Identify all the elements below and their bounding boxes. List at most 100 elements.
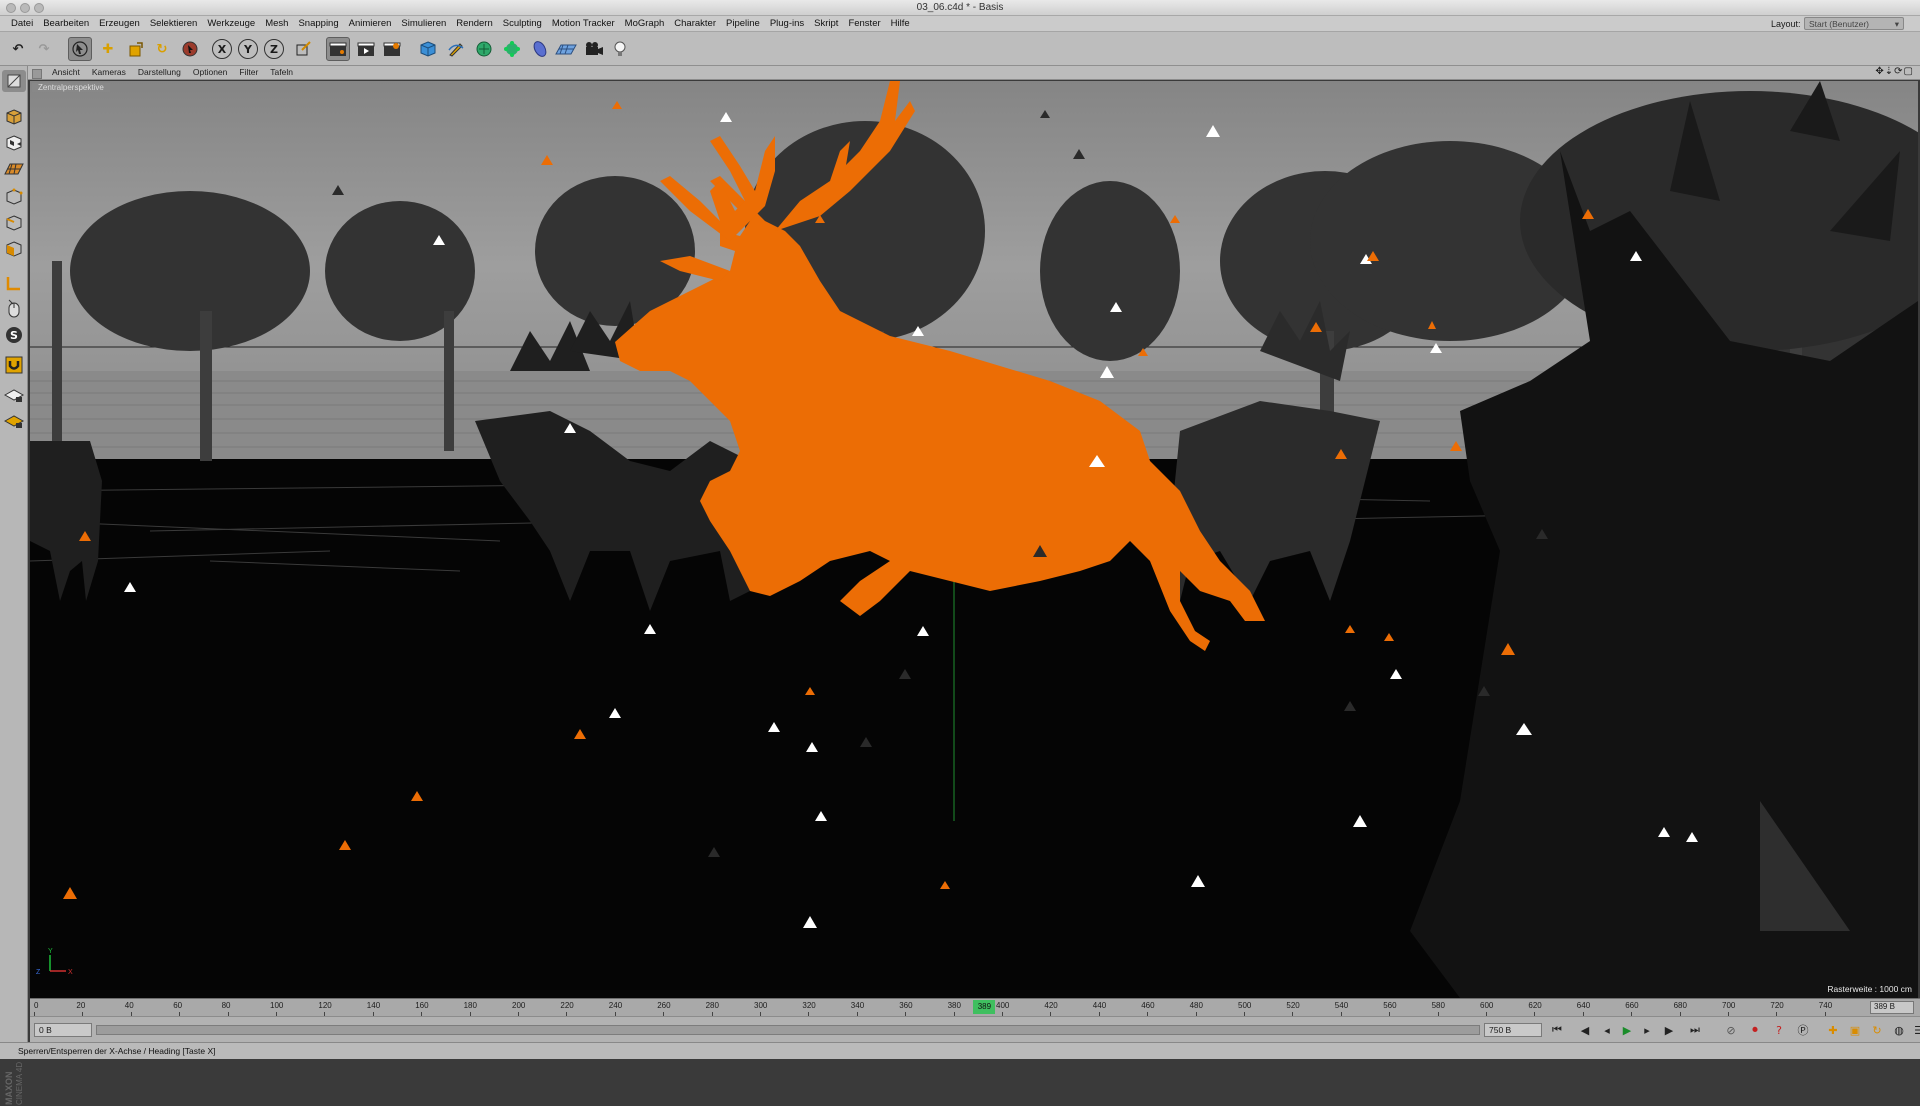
x-axis-lock-button[interactable]: X bbox=[212, 39, 232, 59]
menu-item-plug-ins[interactable]: Plug-ins bbox=[765, 18, 809, 29]
coordinate-icon bbox=[296, 41, 311, 56]
timeline-tick-label: 40 bbox=[124, 1001, 134, 1010]
live-selection-button[interactable] bbox=[68, 37, 92, 61]
solo-button[interactable] bbox=[2, 384, 26, 406]
subdivision-surface-button[interactable] bbox=[472, 37, 496, 61]
go-to-end-button[interactable]: ⏭ bbox=[1686, 1022, 1704, 1038]
viewport-menu-ansicht[interactable]: Ansicht bbox=[46, 67, 86, 77]
cube-object-button[interactable] bbox=[416, 37, 440, 61]
menu-item-werkzeuge[interactable]: Werkzeuge bbox=[202, 18, 260, 29]
viewport-menu-tafeln[interactable]: Tafeln bbox=[264, 67, 299, 77]
key-position-button[interactable]: ✚ bbox=[1824, 1022, 1842, 1038]
point-mode-button[interactable] bbox=[2, 186, 26, 208]
timeline-tick-label: 260 bbox=[657, 1001, 671, 1010]
start-frame-field[interactable]: 0 B bbox=[34, 1023, 92, 1037]
menu-item-simulieren[interactable]: Simulieren bbox=[396, 18, 451, 29]
layout-select[interactable]: Start (Benutzer) ▾ bbox=[1804, 17, 1904, 30]
mouse-icon bbox=[8, 299, 20, 318]
menu-item-charakter[interactable]: Charakter bbox=[669, 18, 721, 29]
motion-record-button[interactable]: ⊘ bbox=[1722, 1022, 1740, 1038]
timeline-playhead[interactable]: 389 bbox=[973, 1000, 996, 1014]
menu-item-rendern[interactable]: Rendern bbox=[451, 18, 497, 29]
rotate-tool-button[interactable]: ↻ bbox=[150, 37, 174, 61]
points-cube-icon bbox=[6, 188, 23, 205]
timeline-ruler[interactable]: 0 20 40 60 80 100 120 140 160 180 200 220 240 260 280 3… bbox=[30, 998, 1920, 1016]
menu-item-animieren[interactable]: Animieren bbox=[344, 18, 397, 29]
render-settings-button[interactable] bbox=[380, 37, 404, 61]
autokey-button[interactable]: ? bbox=[1770, 1022, 1788, 1038]
current-frame-field[interactable]: 389 B bbox=[1870, 1001, 1914, 1014]
spline-pen-button[interactable] bbox=[444, 37, 468, 61]
menu-item-selektieren[interactable]: Selektieren bbox=[145, 18, 203, 29]
3d-viewport[interactable]: Y X Z Zentralperspektive Rasterweite : 1… bbox=[30, 81, 1918, 998]
last-tool-button[interactable] bbox=[178, 37, 202, 61]
key-rotation-button[interactable]: ↻ bbox=[1868, 1022, 1886, 1038]
solo-layers-icon bbox=[4, 389, 24, 402]
scale-icon bbox=[129, 42, 143, 57]
make-editable-button[interactable] bbox=[2, 70, 26, 92]
viewport-menu-optionen[interactable]: Optionen bbox=[187, 67, 234, 77]
next-frame-button[interactable]: ▸ bbox=[1638, 1022, 1656, 1038]
redo-button[interactable]: ↷ bbox=[32, 37, 56, 61]
go-to-start-button[interactable]: ⏮ bbox=[1548, 1022, 1566, 1038]
previous-frame-button[interactable]: ◂ bbox=[1598, 1022, 1616, 1038]
record-active-button[interactable]: ⏺ bbox=[1746, 1022, 1764, 1038]
render-picture-viewer-button[interactable] bbox=[354, 37, 378, 61]
camera-button[interactable] bbox=[582, 37, 606, 61]
key-scale-button[interactable]: ▣ bbox=[1846, 1022, 1864, 1038]
texture-mode-button[interactable] bbox=[2, 132, 26, 154]
timeline-tick-label: 60 bbox=[173, 1001, 183, 1010]
viewport-nav-icons[interactable]: ✥⇣⟳▢ bbox=[1875, 66, 1914, 77]
menu-item-datei[interactable]: Datei bbox=[6, 18, 38, 29]
menu-item-mesh[interactable]: Mesh bbox=[260, 18, 293, 29]
polygon-mode-button[interactable] bbox=[2, 238, 26, 260]
timeline-tick-label: 620 bbox=[1528, 1001, 1542, 1010]
menu-item-erzeugen[interactable]: Erzeugen bbox=[94, 18, 145, 29]
scale-tool-button[interactable] bbox=[124, 37, 148, 61]
keyframe-selection-button[interactable]: Ⓟ bbox=[1794, 1022, 1812, 1038]
end-frame-field[interactable]: 750 B bbox=[1484, 1023, 1542, 1037]
previous-key-button[interactable]: ◀ bbox=[1576, 1022, 1594, 1038]
array-button[interactable] bbox=[500, 37, 524, 61]
menu-item-hilfe[interactable]: Hilfe bbox=[886, 18, 915, 29]
light-button[interactable] bbox=[608, 37, 632, 61]
menu-item-motion-tracker[interactable]: Motion Tracker bbox=[547, 18, 620, 29]
undo-button[interactable]: ↶ bbox=[6, 37, 30, 61]
viewport-menu-kameras[interactable]: Kameras bbox=[86, 67, 132, 77]
viewport-menu-filter[interactable]: Filter bbox=[233, 67, 264, 77]
menu-item-fenster[interactable]: Fenster bbox=[843, 18, 885, 29]
z-axis-lock-button[interactable]: Z bbox=[264, 39, 284, 59]
z-axis-label: Z bbox=[270, 42, 278, 56]
floor-button[interactable] bbox=[554, 37, 578, 61]
timeline-settings-button[interactable]: ☰ bbox=[1910, 1022, 1920, 1038]
grid-spacing-readout: Rasterweite : 1000 cm bbox=[1827, 984, 1912, 994]
edge-mode-button[interactable] bbox=[2, 212, 26, 234]
coordinate-system-button[interactable] bbox=[292, 37, 316, 61]
axis-mode-button[interactable] bbox=[2, 272, 26, 294]
next-key-button[interactable]: ▶ bbox=[1660, 1022, 1678, 1038]
model-mode-button[interactable] bbox=[2, 106, 26, 128]
menu-item-pipeline[interactable]: Pipeline bbox=[721, 18, 765, 29]
timeline-tick-label: 0 bbox=[34, 1001, 39, 1010]
menu-item-snapping[interactable]: Snapping bbox=[293, 18, 343, 29]
viewport-menu-darstellung[interactable]: Darstellung bbox=[132, 67, 187, 77]
workplane-mode-button[interactable] bbox=[2, 158, 26, 180]
key-parameter-button[interactable]: ◍ bbox=[1890, 1022, 1908, 1038]
move-tool-button[interactable]: ✚ bbox=[96, 37, 120, 61]
play-button[interactable]: ▶ bbox=[1618, 1022, 1636, 1038]
preview-range-slider[interactable] bbox=[96, 1025, 1480, 1035]
menu-item-mograph[interactable]: MoGraph bbox=[620, 18, 670, 29]
magnet-button[interactable] bbox=[2, 354, 26, 376]
deformer-button[interactable] bbox=[528, 37, 552, 61]
timeline-tick-label: 20 bbox=[76, 1001, 86, 1010]
menu-item-skript[interactable]: Skript bbox=[809, 18, 843, 29]
y-axis-lock-button[interactable]: Y bbox=[238, 39, 258, 59]
menu-item-bearbeiten[interactable]: Bearbeiten bbox=[38, 18, 94, 29]
tweak-mode-button[interactable] bbox=[2, 298, 26, 320]
model-cube-icon bbox=[6, 109, 22, 125]
lock-workplane-button[interactable] bbox=[2, 410, 26, 432]
menu-item-sculpting[interactable]: Sculpting bbox=[498, 18, 547, 29]
render-view-button[interactable] bbox=[326, 37, 350, 61]
snap-button[interactable]: S bbox=[2, 324, 26, 346]
timeline-tick-label: 500 bbox=[1238, 1001, 1252, 1010]
